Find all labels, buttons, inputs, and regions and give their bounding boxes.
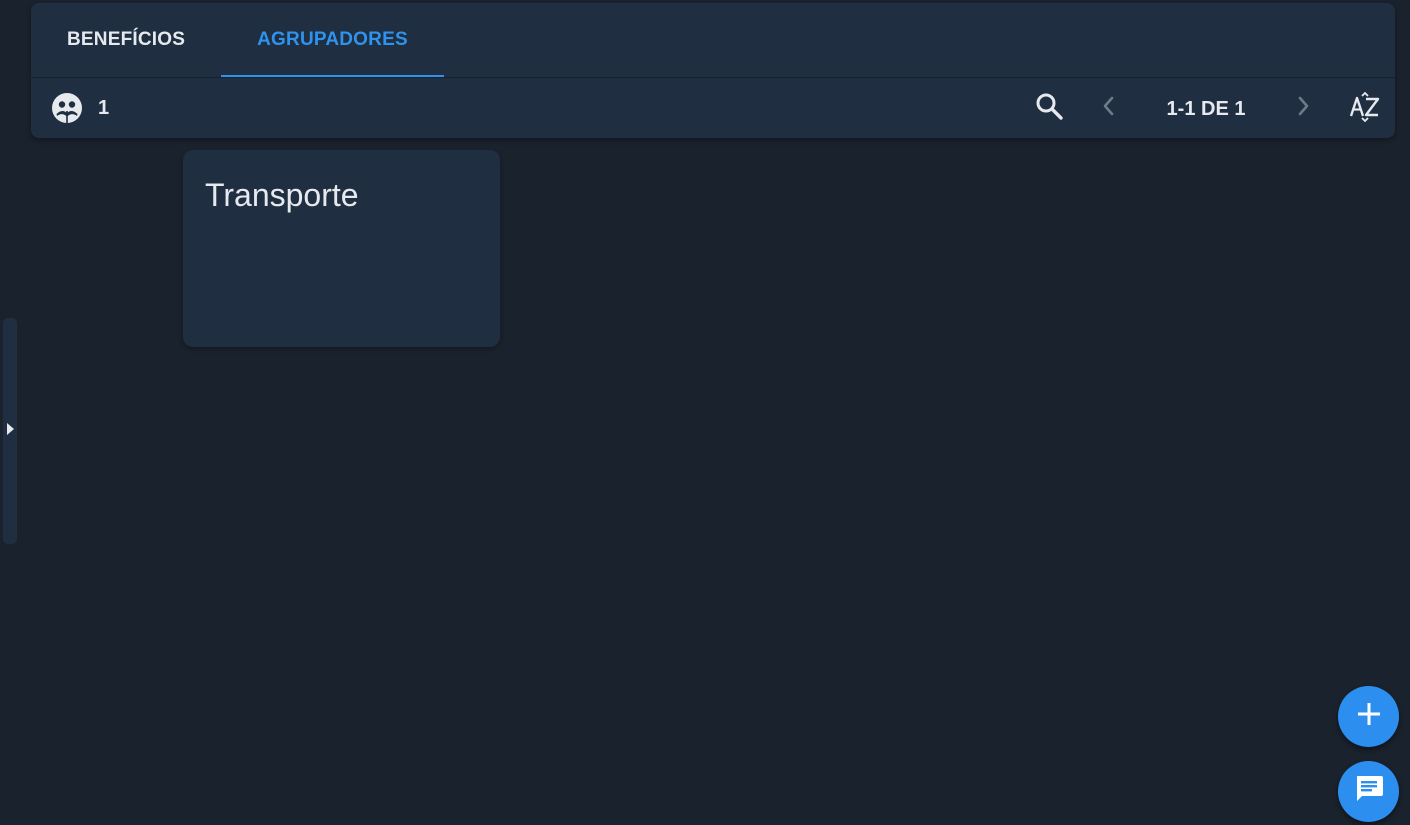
plus-icon [1356,701,1382,732]
tab-bar: BENEFÍCIOS AGRUPADORES [31,3,444,78]
next-page-button[interactable] [1283,88,1323,128]
tab-beneficios[interactable]: BENEFÍCIOS [31,3,221,77]
toolbar: 1 1-1 DE 1 [31,78,1395,138]
group-icon [51,92,83,124]
search-icon [1034,91,1064,126]
chat-icon [1353,773,1385,810]
sort-button[interactable] [1345,88,1385,128]
sort-az-icon [1348,90,1382,127]
chevron-right-icon [1293,94,1313,123]
item-count-value: 1 [98,96,110,119]
header-panel: BENEFÍCIOS AGRUPADORES 1 1-1 DE 1 [31,3,1395,138]
chevron-left-icon [1099,94,1119,123]
search-button[interactable] [1029,88,1069,128]
item-count: 1 [51,92,109,124]
add-button[interactable] [1338,686,1399,747]
tab-agrupadores[interactable]: AGRUPADORES [221,3,444,78]
drawer-toggle[interactable] [3,318,17,544]
caret-right-icon [5,421,15,442]
card-title: Transporte [205,177,359,213]
pagination-label: 1-1 DE 1 [1166,98,1246,120]
chat-button[interactable] [1338,761,1399,822]
page: BENEFÍCIOS AGRUPADORES 1 1-1 DE 1 Transp… [0,0,1410,825]
group-card[interactable]: Transporte [183,150,500,347]
previous-page-button[interactable] [1089,88,1129,128]
